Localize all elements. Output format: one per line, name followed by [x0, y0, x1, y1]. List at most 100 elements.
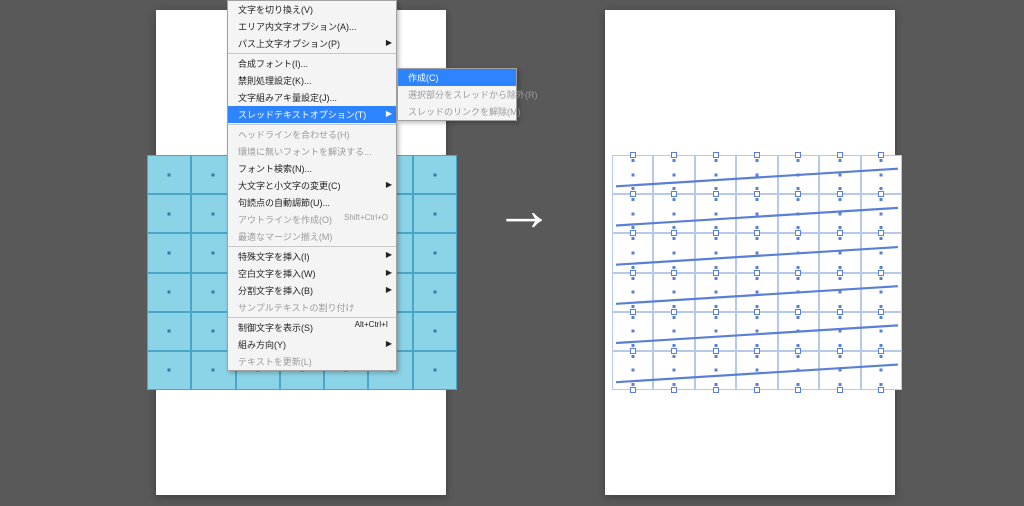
threaded-cell[interactable] — [612, 155, 653, 194]
threaded-cell[interactable] — [653, 194, 694, 233]
menu-item-label: スレッドテキストオプション(T) — [238, 110, 366, 120]
threaded-cell[interactable] — [819, 273, 860, 312]
menu_sub-item[interactable]: 作成(C) — [398, 69, 516, 86]
threaded-cell[interactable] — [653, 273, 694, 312]
submenu-arrow-icon: ▶ — [386, 180, 392, 189]
menu_main-item: 環境に無いフォントを解決する... — [228, 143, 396, 160]
grid-cell[interactable] — [413, 233, 457, 272]
menu_main-item[interactable]: 合成フォント(I)... — [228, 53, 396, 72]
menu-item-label: アウトラインを作成(O) — [238, 215, 332, 225]
menu-item-label: 環境に無いフォントを解決する... — [238, 147, 372, 157]
threaded-cell[interactable] — [695, 194, 736, 233]
threaded-cell[interactable] — [736, 273, 777, 312]
text-frame-grid-threaded[interactable] — [612, 155, 902, 390]
submenu-thread-text-options[interactable]: 作成(C)選択部分をスレッドから除外(R)スレッドのリンクを解除(M) — [397, 68, 517, 121]
threaded-cell[interactable] — [612, 273, 653, 312]
threaded-cell[interactable] — [861, 351, 902, 390]
submenu-arrow-icon: ▶ — [386, 339, 392, 348]
threaded-cell[interactable] — [819, 351, 860, 390]
threaded-cell[interactable] — [695, 233, 736, 272]
threaded-cell[interactable] — [736, 194, 777, 233]
threaded-cell[interactable] — [612, 351, 653, 390]
menu_main-item[interactable]: 句読点の自動調節(U)... — [228, 194, 396, 211]
grid-cell[interactable] — [413, 155, 457, 194]
threaded-cell[interactable] — [612, 194, 653, 233]
threaded-cell[interactable] — [653, 312, 694, 351]
threaded-cell[interactable] — [778, 155, 819, 194]
threaded-cell[interactable] — [861, 194, 902, 233]
menu-shortcut: Shift+Ctrl+O — [344, 213, 388, 222]
menu-item-label: 組み方向(Y) — [238, 340, 286, 350]
menu-item-label: テキストを更新(L) — [238, 357, 312, 367]
grid-cell[interactable] — [147, 312, 191, 351]
threaded-cell[interactable] — [861, 312, 902, 351]
menu-item-label: パス上文字オプション(P) — [238, 39, 340, 49]
menu_main-item[interactable]: 特殊文字を挿入(I)▶ — [228, 246, 396, 265]
menu_main-item[interactable]: エリア内文字オプション(A)... — [228, 18, 396, 35]
menu_main-item[interactable]: フォント検索(N)... — [228, 160, 396, 177]
menu_main-item[interactable]: 文字を切り換え(V) — [228, 1, 396, 18]
menu_sub-item: 選択部分をスレッドから除外(R) — [398, 86, 516, 103]
threaded-cell[interactable] — [819, 194, 860, 233]
menu_main-item[interactable]: 大文字と小文字の変更(C)▶ — [228, 177, 396, 194]
menu-item-label: 文字組みアキ量設定(J)... — [238, 93, 337, 103]
threaded-cell[interactable] — [736, 351, 777, 390]
menu_main-item[interactable]: 禁則処理設定(K)... — [228, 72, 396, 89]
menu_main-item[interactable]: 制御文字を表示(S)Alt+Ctrl+I — [228, 317, 396, 336]
threaded-cell[interactable] — [778, 351, 819, 390]
menu-item-label: 空白文字を挿入(W) — [238, 269, 316, 279]
grid-cell[interactable] — [147, 155, 191, 194]
grid-cell[interactable] — [147, 273, 191, 312]
threaded-cell[interactable] — [861, 155, 902, 194]
menu_main-item[interactable]: 分割文字を挿入(B)▶ — [228, 282, 396, 299]
menu-item-label: スレッドのリンクを解除(M) — [408, 107, 521, 117]
menu-item-label: サンプルテキストの割り付け — [238, 303, 354, 313]
threaded-cell[interactable] — [736, 312, 777, 351]
threaded-cell[interactable] — [695, 273, 736, 312]
grid-cell[interactable] — [413, 194, 457, 233]
submenu-arrow-icon: ▶ — [386, 268, 392, 277]
grid-cell[interactable] — [147, 351, 191, 390]
menu-item-label: 選択部分をスレッドから除外(R) — [408, 90, 538, 100]
menu_main-item[interactable]: スレッドテキストオプション(T) ▶ — [228, 106, 396, 123]
menu_main-item: 最適なマージン揃え(M) — [228, 228, 396, 245]
threaded-cell[interactable] — [819, 233, 860, 272]
threaded-cell[interactable] — [778, 233, 819, 272]
threaded-cell[interactable] — [612, 233, 653, 272]
threaded-cell[interactable] — [819, 155, 860, 194]
menu_main-item: サンプルテキストの割り付け — [228, 299, 396, 316]
menu_main-item: ヘッドラインを合わせる(H) — [228, 124, 396, 143]
threaded-cell[interactable] — [861, 233, 902, 272]
grid-cell[interactable] — [413, 351, 457, 390]
threaded-cell[interactable] — [861, 273, 902, 312]
menu_main-item[interactable]: 組み方向(Y) ▶ — [228, 336, 396, 353]
submenu-arrow-icon: ▶ — [386, 109, 392, 118]
submenu-arrow-icon: ▶ — [386, 38, 392, 47]
menu_main-item[interactable]: 文字組みアキ量設定(J)... — [228, 89, 396, 106]
threaded-cell[interactable] — [819, 312, 860, 351]
threaded-cell[interactable] — [653, 351, 694, 390]
threaded-cell[interactable] — [695, 312, 736, 351]
threaded-cell[interactable] — [653, 233, 694, 272]
grid-cell[interactable] — [147, 233, 191, 272]
menu-item-label: 特殊文字を挿入(I) — [238, 252, 310, 262]
threaded-cell[interactable] — [778, 273, 819, 312]
threaded-cell[interactable] — [778, 312, 819, 351]
grid-cell[interactable] — [413, 312, 457, 351]
menu-item-label: 禁則処理設定(K)... — [238, 76, 312, 86]
threaded-cell[interactable] — [612, 312, 653, 351]
threaded-cell[interactable] — [778, 194, 819, 233]
threaded-cell[interactable] — [695, 155, 736, 194]
menu_main-item[interactable]: パス上文字オプション(P) ▶ — [228, 35, 396, 52]
grid-cell[interactable] — [147, 194, 191, 233]
threaded-cell[interactable] — [736, 155, 777, 194]
menu-item-label: 作成(C) — [408, 73, 439, 83]
grid-cell[interactable] — [413, 273, 457, 312]
context-menu-type[interactable]: 文字を切り換え(V)エリア内文字オプション(A)...パス上文字オプション(P)… — [227, 0, 397, 371]
threaded-cell[interactable] — [695, 351, 736, 390]
menu_main-item[interactable]: 空白文字を挿入(W) ▶ — [228, 265, 396, 282]
menu-item-label: 合成フォント(I)... — [238, 59, 308, 69]
threaded-cell[interactable] — [653, 155, 694, 194]
menu-item-label: 文字を切り換え(V) — [238, 5, 313, 15]
threaded-cell[interactable] — [736, 233, 777, 272]
